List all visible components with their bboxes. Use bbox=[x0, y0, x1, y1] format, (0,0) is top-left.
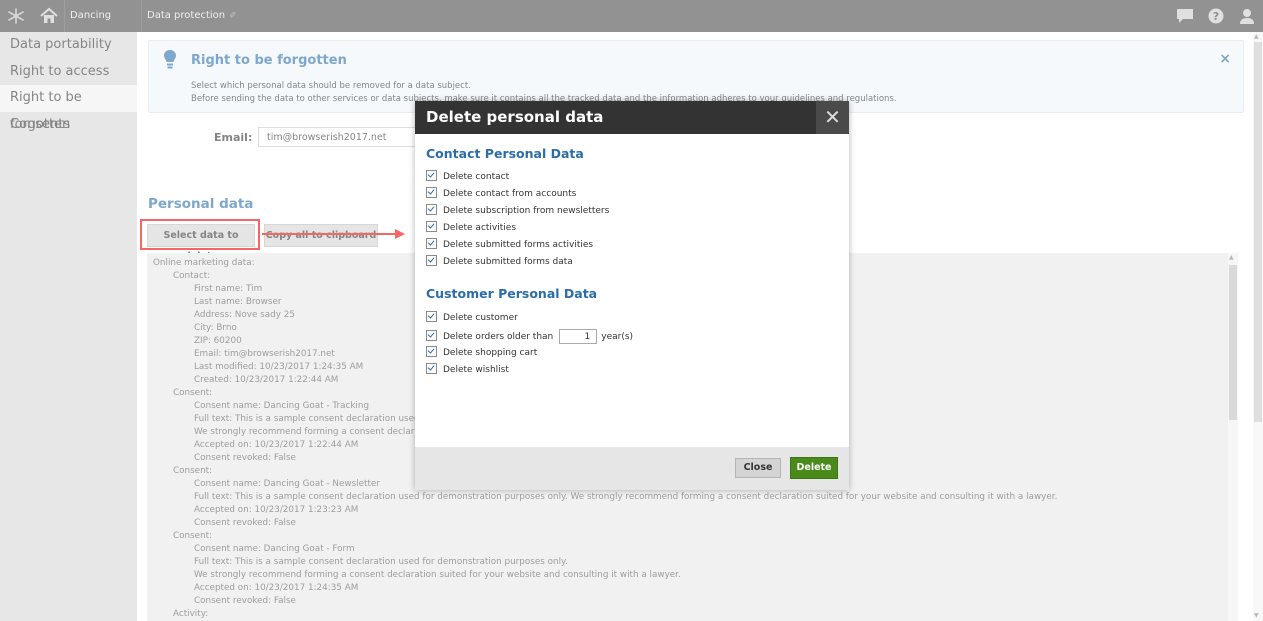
option-label: Delete contact from accounts bbox=[443, 189, 577, 199]
checkbox-icon[interactable] bbox=[426, 255, 437, 266]
option-label: Delete customer bbox=[443, 313, 518, 323]
option-delete-activities[interactable]: Delete activities bbox=[426, 221, 517, 234]
contact-section-title: Contact Personal Data bbox=[426, 146, 584, 161]
option-label: Delete submitted forms activities bbox=[443, 240, 594, 250]
checkbox-icon[interactable] bbox=[426, 187, 437, 198]
orders-years-input[interactable]: 1 bbox=[559, 329, 598, 344]
option-label: Delete shopping cart bbox=[443, 348, 538, 358]
option-label: Delete orders older than bbox=[443, 332, 554, 342]
option-delete-submitted-forms-activities[interactable]: Delete submitted forms activities bbox=[426, 238, 594, 251]
checkbox-icon[interactable] bbox=[426, 238, 437, 249]
option-delete-contact-from-accounts[interactable]: Delete contact from accounts bbox=[426, 187, 577, 200]
orders-unit-label: year(s) bbox=[601, 332, 634, 342]
checkbox-icon[interactable] bbox=[426, 330, 437, 341]
option-delete-submitted-forms-data[interactable]: Delete submitted forms data bbox=[426, 255, 573, 268]
delete-personal-data-dialog: Delete personal data ✕ Contact Personal … bbox=[415, 101, 849, 490]
customer-section-title: Customer Personal Data bbox=[426, 286, 598, 301]
checkbox-icon[interactable] bbox=[426, 346, 437, 357]
dialog-close-icon[interactable]: ✕ bbox=[816, 101, 849, 134]
option-label: Delete contact bbox=[443, 172, 510, 182]
option-label: Delete activities bbox=[443, 223, 517, 233]
checkbox-icon[interactable] bbox=[426, 170, 437, 181]
checkbox-icon[interactable] bbox=[426, 311, 437, 322]
option-delete-subscription[interactable]: Delete subscription from newsletters bbox=[426, 204, 610, 217]
option-delete-shopping-cart[interactable]: Delete shopping cart bbox=[426, 346, 538, 359]
dialog-title: Delete personal data bbox=[426, 108, 604, 126]
option-delete-customer[interactable]: Delete customer bbox=[426, 311, 518, 324]
option-label: Delete submitted forms data bbox=[443, 257, 573, 267]
option-delete-contact[interactable]: Delete contact bbox=[426, 170, 510, 183]
dialog-header: Delete personal data ✕ bbox=[415, 101, 849, 134]
option-delete-wishlist[interactable]: Delete wishlist bbox=[426, 363, 509, 376]
close-button[interactable]: Close bbox=[735, 458, 781, 478]
option-label: Delete wishlist bbox=[443, 365, 509, 375]
checkbox-icon[interactable] bbox=[426, 204, 437, 215]
option-delete-orders[interactable]: Delete orders older than 1 year(s) bbox=[426, 329, 634, 344]
option-label: Delete subscription from newsletters bbox=[443, 206, 610, 216]
checkbox-icon[interactable] bbox=[426, 221, 437, 232]
dialog-footer: Close Delete bbox=[415, 447, 849, 490]
delete-button[interactable]: Delete bbox=[790, 457, 838, 479]
checkbox-icon[interactable] bbox=[426, 363, 437, 374]
